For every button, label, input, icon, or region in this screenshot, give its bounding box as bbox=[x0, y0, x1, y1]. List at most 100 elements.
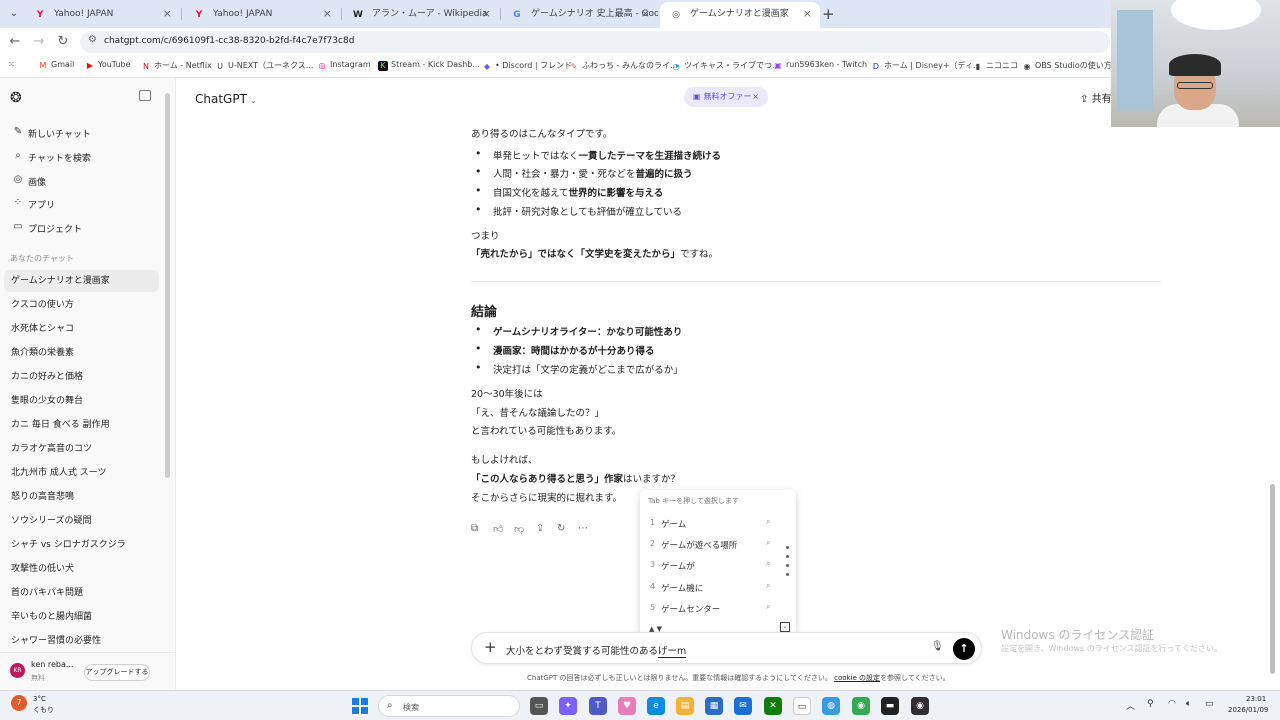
bookmark-instagram[interactable]: ◎ Instagram bbox=[317, 60, 371, 71]
suggestion-item[interactable]: 3 ゲームが ⌕ bbox=[640, 555, 780, 575]
chevron-up-icon[interactable]: ︿ bbox=[1126, 699, 1135, 712]
weather-icon[interactable]: 7 bbox=[11, 695, 27, 711]
regenerate-icon[interactable]: ↻ bbox=[557, 523, 565, 534]
teams-icon[interactable]: T bbox=[589, 697, 607, 715]
close-tab-icon[interactable]: × bbox=[323, 2, 332, 26]
thumbs-up-icon[interactable]: 👍︎ bbox=[493, 523, 503, 535]
forward-arrow-icon[interactable]: → bbox=[30, 33, 48, 51]
file-explorer-icon[interactable]: ▤ bbox=[676, 697, 694, 715]
suggestion-item[interactable]: 4 ゲーム機に ⌕ bbox=[640, 577, 780, 597]
app-icon[interactable]: ◍ bbox=[822, 697, 840, 715]
bookmark-niconico[interactable]: ▮ ニコニコ bbox=[973, 60, 1018, 72]
bookmark-twitch[interactable]: ▣ run5963ken - Twitch bbox=[773, 60, 867, 71]
thumbs-down-icon[interactable]: 👎︎ bbox=[514, 523, 524, 535]
start-button[interactable] bbox=[352, 698, 368, 714]
search-icon[interactable]: ⌕ bbox=[766, 538, 770, 548]
bookmark-disney[interactable]: D ホーム | Disney+（ディ... bbox=[871, 60, 981, 72]
chat-history-item[interactable]: 首のパキパキ問題 bbox=[4, 582, 159, 604]
outlook-icon[interactable]: ✉ bbox=[734, 697, 752, 715]
bookmark-gmail[interactable]: M Gmail bbox=[38, 60, 75, 71]
message-composer[interactable]: + 大小をとわず受賞する可能性のあるげーm 🎙︎ ↑ bbox=[471, 632, 982, 664]
close-tab-icon[interactable]: × bbox=[803, 2, 812, 26]
app-icon[interactable]: ▭ bbox=[793, 697, 811, 715]
bookmark-netflix[interactable]: N ホーム - Netflix bbox=[141, 60, 212, 72]
browser-tab[interactable]: G ゲームシナリオ 史上最高 - Google × bbox=[501, 2, 658, 28]
share-button[interactable]: ⇪ 共有 bbox=[1080, 90, 1112, 105]
model-selector[interactable]: ChatGPT ⌄ bbox=[195, 92, 257, 106]
chat-history-item-active[interactable]: ゲームシナリオと漫画家 bbox=[4, 270, 159, 292]
search-icon[interactable]: ⌕ bbox=[766, 581, 770, 591]
chat-history-item[interactable]: 攻撃性の低い犬 bbox=[4, 558, 159, 580]
prompt-input[interactable]: 大小をとわず受賞する可能性のあるげーm bbox=[506, 643, 687, 658]
bookmark-discord[interactable]: ◆ • Discord | フレンド bbox=[482, 60, 572, 72]
suggestion-item[interactable]: 5 ゲームセンター ⌕ bbox=[640, 598, 780, 618]
bookmark-unext[interactable]: U U-NEXT（ユーネクス... bbox=[215, 60, 313, 72]
chat-history-item[interactable]: 隻眼の少女の舞台 bbox=[4, 390, 159, 412]
copilot-icon[interactable]: ✦ bbox=[559, 697, 577, 715]
share-icon[interactable]: ⇪ bbox=[536, 523, 544, 534]
sidebar-toggle-icon[interactable] bbox=[139, 90, 151, 101]
sidebar-item-new-chat[interactable]: ✎ 新しいチャット bbox=[0, 123, 175, 143]
chat-history-item[interactable]: 水死体とシャコ bbox=[4, 318, 159, 340]
main-scrollbar[interactable] bbox=[1270, 484, 1275, 674]
app-tray-icon[interactable]: ⚲ bbox=[1147, 699, 1154, 709]
user-menu[interactable]: KR ken reba... 無料 アップグレードする bbox=[0, 652, 175, 690]
chrome-icon[interactable]: ◉ bbox=[852, 697, 870, 715]
apps-grid-icon[interactable]: ⁙ bbox=[8, 60, 15, 69]
task-view-icon[interactable]: ▭ bbox=[530, 697, 548, 715]
wifi-icon[interactable]: ◠ bbox=[1168, 699, 1176, 709]
close-tab-icon[interactable]: × bbox=[482, 2, 491, 26]
close-tab-icon[interactable]: × bbox=[641, 2, 650, 26]
search-icon[interactable]: ⌕ bbox=[766, 559, 770, 569]
tab-search-icon[interactable]: ⌄ bbox=[6, 6, 22, 22]
app-icon[interactable]: ♥ bbox=[618, 697, 636, 715]
bookmark-kick[interactable]: K Stream - Kick Dashb... bbox=[378, 60, 480, 71]
clock-date[interactable]: 2026/01/09 bbox=[1228, 706, 1268, 714]
clock-time[interactable]: 23:01 bbox=[1246, 695, 1266, 703]
attach-plus-icon[interactable]: + bbox=[484, 638, 497, 656]
volume-icon[interactable]: 🔈︎ bbox=[1186, 699, 1191, 709]
chat-history-item[interactable]: カラオケ高音のコツ bbox=[4, 438, 159, 460]
search-icon[interactable]: ⌕ bbox=[766, 517, 770, 527]
edge-icon[interactable]: e bbox=[647, 697, 665, 715]
browser-tab[interactable]: Y Yahoo! JAPAN × bbox=[183, 2, 340, 28]
sidebar-item-projects[interactable]: ▭ プロジェクト bbox=[0, 218, 175, 238]
chatgpt-logo-icon[interactable]: ❂ bbox=[10, 90, 22, 106]
close-icon[interactable]: × bbox=[752, 87, 759, 107]
bookmark-fuwacchi[interactable]: ✎ ふわっち - みんなのライ... bbox=[569, 60, 678, 72]
browser-tab[interactable]: Y Yahoo! JAPAN × bbox=[24, 2, 180, 28]
expand-icon[interactable]: ⌄ bbox=[780, 622, 790, 632]
chat-history-item[interactable]: 北九州市 成人式 スーツ bbox=[4, 462, 159, 484]
suggestion-item[interactable]: 1 ゲーム ⌕ bbox=[640, 513, 780, 533]
back-arrow-icon[interactable]: ← bbox=[6, 33, 24, 51]
terminal-icon[interactable]: ▬ bbox=[881, 697, 899, 715]
search-icon[interactable]: ⌕ bbox=[766, 602, 770, 612]
chat-history-item[interactable]: クスコの使い方 bbox=[4, 294, 159, 316]
xbox-icon[interactable]: ✕ bbox=[764, 697, 782, 715]
bookmark-obs[interactable]: ◉ OBS Studioの使い方... bbox=[1022, 60, 1120, 72]
store-icon[interactable]: ▦ bbox=[705, 697, 723, 715]
sidebar-item-apps[interactable]: ⁘ アプリ bbox=[0, 194, 175, 214]
microphone-icon[interactable]: 🎙︎ bbox=[931, 641, 944, 652]
free-offer-pill[interactable]: ▣ 無料オファー × bbox=[684, 87, 768, 107]
new-tab-button[interactable]: + bbox=[822, 5, 835, 23]
sidebar-item-images[interactable]: ◎ 画像 bbox=[0, 171, 175, 191]
close-tab-icon[interactable]: × bbox=[163, 2, 172, 26]
copy-icon[interactable]: ⧉ bbox=[471, 523, 478, 534]
chat-history-item[interactable]: 魚介類の栄養素 bbox=[4, 342, 159, 364]
chat-history-item[interactable]: シャチ vs シロナガスクジラ bbox=[4, 534, 159, 556]
sidebar-scrollbar[interactable] bbox=[165, 93, 170, 478]
sidebar-item-search[interactable]: ⌕ チャットを検索 bbox=[0, 147, 175, 167]
chat-history-item[interactable]: シャワー習慣の必要性 bbox=[4, 630, 159, 652]
send-button[interactable]: ↑ bbox=[953, 638, 975, 660]
chat-history-item[interactable]: 辛いものと腸内細菌 bbox=[4, 606, 159, 628]
reload-icon[interactable]: ↻ bbox=[54, 33, 72, 51]
more-options-icon[interactable]: ⋯ bbox=[578, 523, 588, 534]
suggestion-item[interactable]: 2 ゲームが遊べる場所 ⌕ bbox=[640, 534, 780, 554]
url-bar[interactable]: ⚙ chatgpt.com/c/696109f1-cc38-8320-b2fd-… bbox=[80, 31, 1110, 53]
weather-temperature[interactable]: 3°C bbox=[33, 695, 46, 703]
browser-tab-active[interactable]: ◎ ゲームシナリオと漫画家 × bbox=[660, 2, 820, 28]
avatar[interactable]: KR bbox=[10, 663, 25, 678]
bookmark-youtube[interactable]: ▶ YouTube bbox=[85, 60, 131, 71]
chat-history-item[interactable]: ソウシリーズの疑問 bbox=[4, 510, 159, 532]
